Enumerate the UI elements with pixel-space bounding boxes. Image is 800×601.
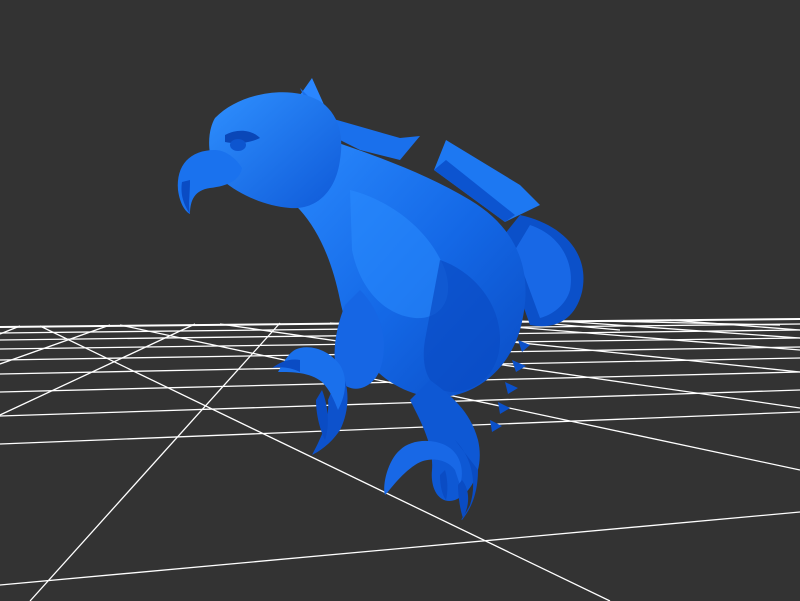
3d-viewport[interactable] <box>0 0 800 601</box>
eagle-mesh[interactable] <box>177 78 584 520</box>
scene-canvas[interactable] <box>0 0 800 601</box>
